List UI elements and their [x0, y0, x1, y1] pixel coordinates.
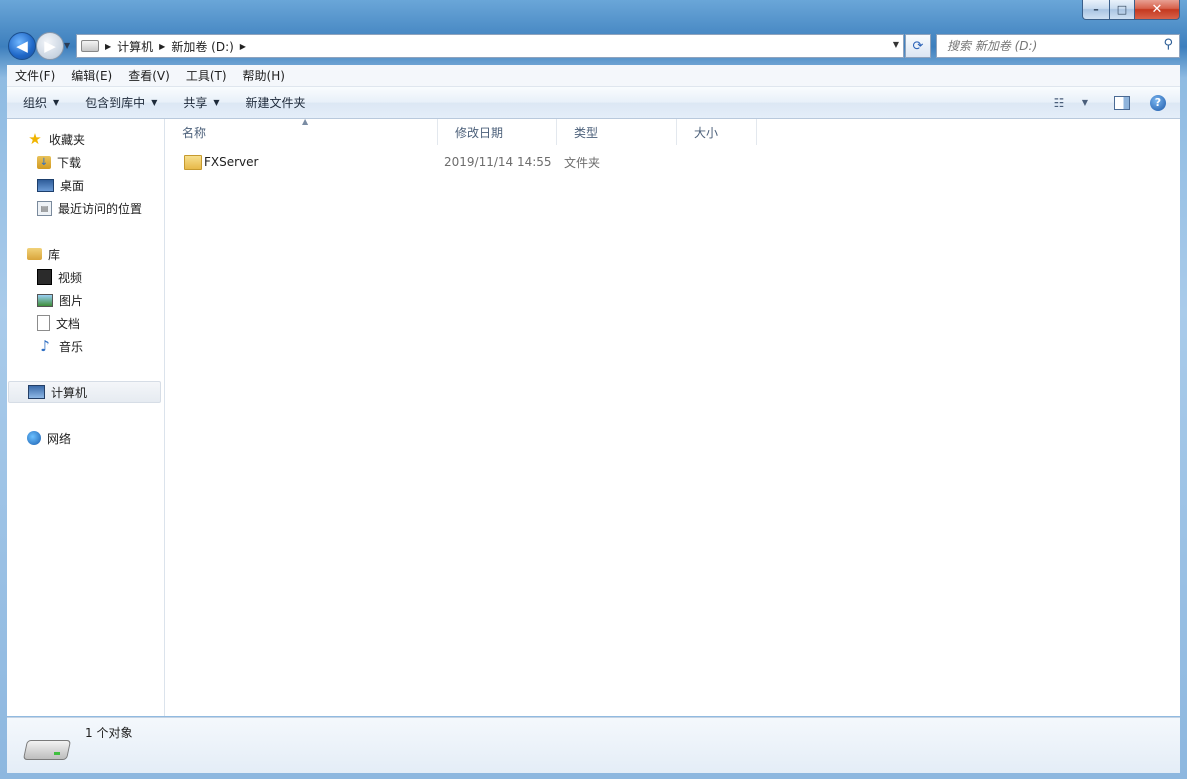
- pictures-icon: [37, 293, 53, 307]
- sidebar-item-pictures[interactable]: 图片: [7, 289, 83, 311]
- details-pane: 1 个对象: [7, 717, 1180, 773]
- chevron-down-icon: ▼: [53, 98, 60, 107]
- refresh-button[interactable]: ⟳: [905, 34, 931, 58]
- file-row[interactable]: FXServer 2019/11/14 14:55 文件夹: [165, 151, 765, 173]
- breadcrumb-computer[interactable]: 计算机: [117, 38, 153, 55]
- command-bar-right: ☷ ▼ ?: [1048, 87, 1180, 118]
- menu-view[interactable]: 查看(V): [120, 67, 178, 84]
- folder-icon: [184, 155, 202, 170]
- menu-bar: 文件(F) 编辑(E) 查看(V) 工具(T) 帮助(H): [7, 65, 1180, 87]
- close-button[interactable]: ✕: [1135, 0, 1180, 20]
- menu-tools[interactable]: 工具(T): [178, 67, 235, 84]
- breadcrumb-drive-d[interactable]: 新加卷 (D:): [171, 38, 233, 55]
- column-type[interactable]: 类型: [557, 119, 677, 145]
- search-input[interactable]: [945, 38, 1159, 54]
- video-icon: [37, 269, 52, 285]
- star-icon: ★: [28, 130, 42, 148]
- refresh-icon: ⟳: [912, 38, 924, 54]
- file-list: ▲ 名称 修改日期 类型 大小 FXServer 2019/11/14 14:5…: [165, 117, 1180, 716]
- minimize-button[interactable]: –: [1082, 0, 1110, 20]
- sidebar-item-downloads[interactable]: ↓ 下载: [7, 151, 81, 173]
- recent-pages-dropdown[interactable]: ▼: [64, 41, 70, 50]
- sidebar-item-recent-places[interactable]: ▤ 最近访问的位置: [7, 197, 142, 219]
- navigation-bar: ◀ ▶ ▼ ▶ 计算机 ▶ 新加卷 (D:) ▶ ▼ ⟳ ⚲: [0, 30, 1187, 62]
- explorer-window: – □ ✕ ◀ ▶ ▼ ▶ 计算机 ▶ 新加卷 (D:) ▶ ▼ ⟳ ⚲ 文件(…: [0, 0, 1187, 779]
- search-box[interactable]: ⚲: [936, 34, 1180, 58]
- address-bar[interactable]: ▶ 计算机 ▶ 新加卷 (D:) ▶ ▼: [76, 34, 904, 58]
- item-count: 1 个对象: [85, 726, 133, 740]
- sidebar-item-desktop[interactable]: 桌面: [7, 174, 84, 196]
- organize-button[interactable]: 组织 ▼: [13, 94, 69, 111]
- column-size[interactable]: 大小: [677, 119, 757, 145]
- change-view-icon[interactable]: ☷: [1048, 94, 1070, 112]
- column-date-modified[interactable]: 修改日期: [438, 119, 557, 145]
- sidebar-item-music[interactable]: ♪ 音乐: [7, 335, 83, 357]
- menu-help[interactable]: 帮助(H): [235, 67, 293, 84]
- chevron-down-icon: ▼: [151, 98, 158, 107]
- breadcrumb-separator[interactable]: ▶: [240, 42, 246, 51]
- drive-icon: [22, 740, 72, 760]
- new-folder-button[interactable]: 新建文件夹: [236, 94, 316, 111]
- preview-pane-icon[interactable]: [1114, 95, 1130, 110]
- command-bar: 组织 ▼ 包含到库中 ▼ 共享 ▼ 新建文件夹 ☷ ▼ ?: [7, 87, 1180, 119]
- breadcrumb-separator[interactable]: ▶: [105, 42, 111, 51]
- title-bar: – □ ✕: [0, 0, 1187, 28]
- breadcrumb-separator[interactable]: ▶: [159, 42, 165, 51]
- sidebar-item-documents[interactable]: 文档: [7, 312, 80, 334]
- file-name: FXServer: [204, 155, 259, 169]
- help-icon[interactable]: ?: [1150, 94, 1166, 111]
- chevron-down-icon: ▼: [213, 98, 220, 107]
- library-icon: [27, 248, 42, 260]
- maximize-button[interactable]: □: [1110, 0, 1135, 20]
- forward-arrow-icon: ▶: [44, 37, 56, 55]
- sidebar-item-computer[interactable]: 计算机: [8, 381, 161, 403]
- navigation-pane: ★ 收藏夹 ↓ 下载 桌面 ▤ 最近访问的位置 库 视频 图片 文档 ♪ 音乐 …: [7, 119, 165, 716]
- documents-icon: [37, 315, 50, 331]
- column-header: ▲ 名称 修改日期 类型 大小: [165, 117, 1180, 145]
- drive-activity-led: [54, 752, 60, 755]
- menu-edit[interactable]: 编辑(E): [63, 67, 120, 84]
- sidebar-item-favorites[interactable]: ★ 收藏夹: [7, 128, 85, 150]
- search-icon[interactable]: ⚲: [1163, 37, 1173, 52]
- computer-icon: [28, 385, 45, 399]
- address-dropdown-icon[interactable]: ▼: [893, 40, 899, 49]
- view-options-dropdown-icon[interactable]: ▼: [1074, 94, 1096, 112]
- sidebar-item-libraries[interactable]: 库: [7, 243, 60, 265]
- back-button[interactable]: ◀: [8, 32, 36, 60]
- menu-file[interactable]: 文件(F): [7, 67, 63, 84]
- music-icon: ♪: [40, 337, 50, 355]
- file-modified: 2019/11/14 14:55: [444, 155, 552, 169]
- back-arrow-icon: ◀: [16, 37, 28, 55]
- downloads-icon: ↓: [37, 155, 51, 169]
- window-controls: – □ ✕: [1082, 0, 1180, 20]
- sidebar-item-network[interactable]: 网络: [7, 427, 71, 449]
- drive-icon: [81, 40, 99, 52]
- sidebar-item-videos[interactable]: 视频: [7, 266, 82, 288]
- forward-button[interactable]: ▶: [36, 32, 64, 60]
- desktop-icon: [37, 178, 54, 192]
- content-area: ★ 收藏夹 ↓ 下载 桌面 ▤ 最近访问的位置 库 视频 图片 文档 ♪ 音乐 …: [7, 117, 1180, 716]
- file-type: 文件夹: [564, 155, 601, 170]
- share-button[interactable]: 共享 ▼: [173, 94, 229, 111]
- include-in-library-button[interactable]: 包含到库中 ▼: [75, 94, 167, 111]
- network-icon: [27, 431, 41, 445]
- sort-ascending-icon: ▲: [302, 117, 309, 126]
- recent-places-icon: ▤: [37, 200, 52, 216]
